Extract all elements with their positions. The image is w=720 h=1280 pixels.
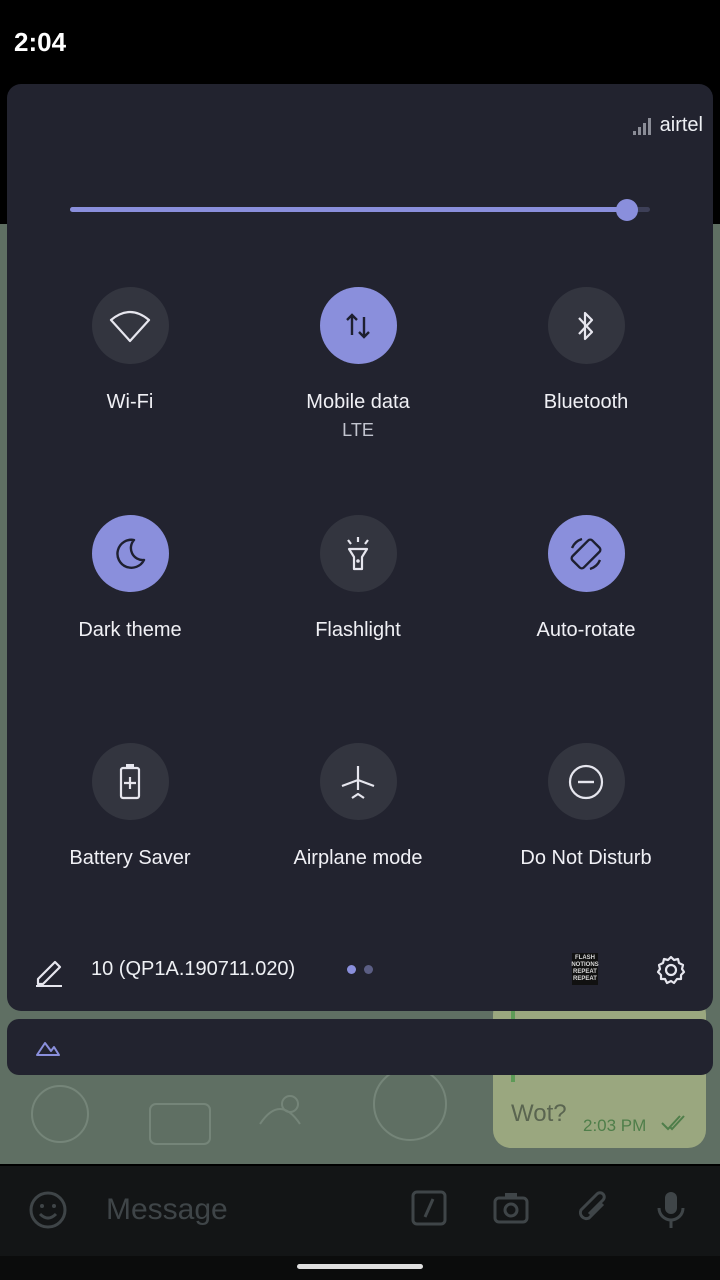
status-time: 2:04 xyxy=(14,27,67,57)
brightness-slider[interactable] xyxy=(70,198,650,222)
build-number[interactable]: 10 (QP1A.190711.020) xyxy=(91,958,295,981)
tile-bluetooth[interactable]: Bluetooth xyxy=(476,287,696,414)
dark-theme-button[interactable] xyxy=(91,515,169,592)
tile-label: Bluetooth xyxy=(543,391,629,413)
airplane-icon xyxy=(341,765,375,799)
wifi-button[interactable] xyxy=(91,287,169,364)
badge-line: REPEAT xyxy=(573,976,597,982)
notification-shelf[interactable] xyxy=(7,1019,713,1075)
double-check-icon xyxy=(661,1115,685,1131)
tile-label: Battery Saver xyxy=(69,847,191,869)
flashlight-button[interactable] xyxy=(319,515,397,592)
tile-label: Do Not Disturb xyxy=(520,847,652,869)
brightness-thumb[interactable] xyxy=(615,199,638,221)
do-not-disturb-button[interactable] xyxy=(547,743,625,820)
rotate-icon xyxy=(570,537,602,570)
tile-label: Airplane mode xyxy=(293,847,423,869)
user-avatar[interactable]: FLASH NOTIONS REPEAT REPEAT xyxy=(571,953,599,985)
tile-sublabel: LTE xyxy=(342,420,374,440)
command-icon[interactable] xyxy=(411,1190,447,1226)
brightness-fill xyxy=(70,207,627,212)
mobile-data-button[interactable] xyxy=(319,287,397,364)
tile-do-not-disturb[interactable]: Do Not Disturb xyxy=(476,743,696,870)
do-not-disturb-icon xyxy=(568,764,604,799)
flashlight-icon xyxy=(347,536,369,570)
bubble-text: Wot? xyxy=(511,1100,567,1127)
camera-icon[interactable] xyxy=(493,1190,529,1226)
battery-saver-icon xyxy=(119,763,141,799)
carrier-name: airtel xyxy=(659,114,703,136)
emoji-icon[interactable] xyxy=(28,1190,68,1230)
tile-dark-theme[interactable]: Dark theme xyxy=(20,515,240,642)
battery-saver-button[interactable] xyxy=(91,743,169,820)
bluetooth-button[interactable] xyxy=(547,287,625,364)
badge-line: REPEAT xyxy=(573,969,597,975)
bluetooth-icon xyxy=(578,311,594,340)
tile-label: Flashlight xyxy=(315,619,401,641)
mobile-data-icon xyxy=(346,312,370,339)
status-bar: 2:04 xyxy=(0,0,720,84)
airplane-mode-button[interactable] xyxy=(319,743,397,820)
badge-line: NOTIONS xyxy=(571,962,599,968)
tile-auto-rotate[interactable]: Auto-rotate xyxy=(476,515,696,642)
message-input[interactable]: Message xyxy=(106,1193,228,1227)
bubble-time: 2:03 PM xyxy=(583,1116,647,1135)
signal-icon xyxy=(632,117,651,135)
page-dot-active xyxy=(347,965,356,974)
carrier-info: airtel xyxy=(632,114,703,137)
page-indicator xyxy=(347,965,373,974)
edit-icon[interactable] xyxy=(33,955,65,987)
tile-flashlight[interactable]: Flashlight xyxy=(248,515,468,642)
home-handle[interactable] xyxy=(297,1264,423,1269)
microphone-icon[interactable] xyxy=(656,1190,686,1230)
tile-airplane-mode[interactable]: Airplane mode xyxy=(248,743,468,870)
page-dot xyxy=(364,965,373,974)
tile-wifi[interactable]: Wi-Fi xyxy=(20,287,240,414)
quick-settings-panel: airtel Wi-Fi Mobile data LTE Bluetooth D… xyxy=(7,84,713,1011)
moon-icon xyxy=(116,538,146,569)
tile-battery-saver[interactable]: Battery Saver xyxy=(20,743,240,870)
settings-gear-icon[interactable] xyxy=(655,954,687,986)
tile-label: Auto-rotate xyxy=(536,619,636,641)
tile-label: Dark theme xyxy=(78,619,182,641)
badge-line: FLASH xyxy=(575,955,595,961)
auto-rotate-button[interactable] xyxy=(547,515,625,592)
wifi-icon xyxy=(109,310,151,342)
tile-label: Mobile data xyxy=(306,391,410,413)
tile-label: Wi-Fi xyxy=(106,391,154,413)
attach-icon[interactable] xyxy=(575,1190,611,1230)
message-composer: Message xyxy=(0,1166,720,1256)
app-notification-icon xyxy=(36,1042,60,1056)
tile-mobile-data[interactable]: Mobile data LTE xyxy=(248,287,468,441)
